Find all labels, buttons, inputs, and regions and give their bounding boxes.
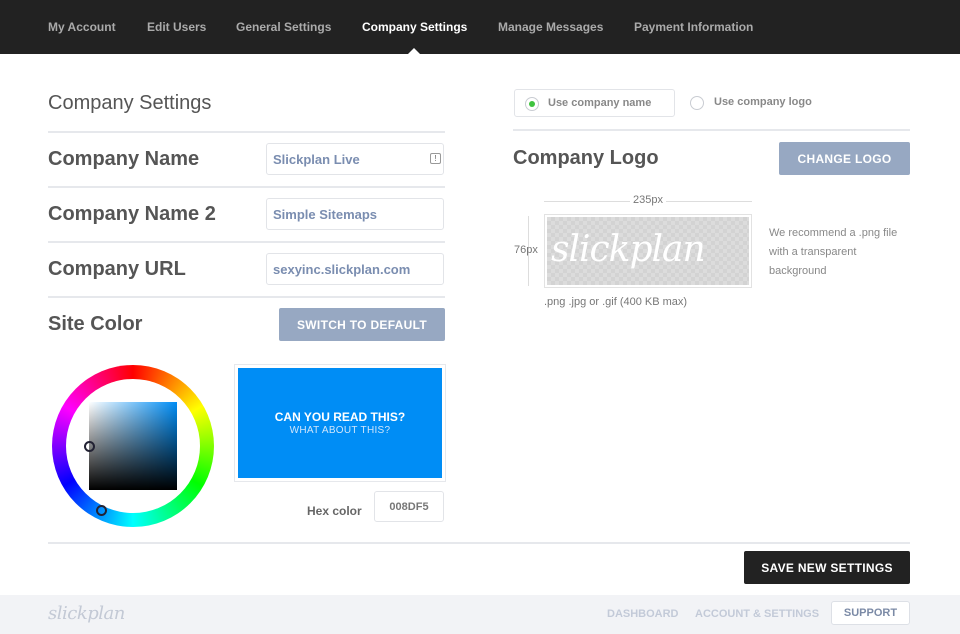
company-name-2-label: Company Name 2 [48, 203, 216, 225]
logo-width-label: 235px [630, 194, 666, 206]
switch-to-default-button[interactable]: SWITCH TO DEFAULT [279, 308, 445, 341]
nav-item-company-settings[interactable]: Company Settings [362, 20, 467, 34]
nav-item-payment-information[interactable]: Payment Information [634, 20, 753, 34]
radio-unselected-icon[interactable] [690, 96, 704, 110]
autofill-icon[interactable]: ! [430, 153, 441, 164]
bottom-divider [48, 542, 910, 544]
divider [513, 129, 910, 131]
use-company-name-label: Use company name [548, 97, 652, 109]
saturation-value-square[interactable] [89, 402, 177, 490]
save-settings-button[interactable]: SAVE NEW SETTINGS [744, 551, 910, 584]
color-preview: CAN YOU READ THIS? WHAT ABOUT THIS? [234, 364, 446, 482]
footer-link-dashboard[interactable]: DASHBOARD [607, 608, 679, 620]
footer-logo[interactable]: slickplan [48, 603, 125, 624]
color-preview-swatch: CAN YOU READ THIS? WHAT ABOUT THIS? [238, 368, 442, 478]
divider [48, 186, 445, 188]
nav-item-edit-users[interactable]: Edit Users [147, 20, 206, 34]
color-picker-handle[interactable] [84, 441, 95, 452]
logo-placeholder: slickplan [547, 217, 749, 285]
divider [48, 241, 445, 243]
logo-formats-note: .png .jpg or .gif (400 KB max) [544, 296, 688, 308]
preview-title: CAN YOU READ THIS? [274, 410, 406, 424]
footer-support-button[interactable]: SUPPORT [831, 601, 910, 625]
hex-color-label: Hex color [307, 504, 362, 518]
company-url-input[interactable] [266, 253, 444, 285]
change-logo-button[interactable]: CHANGE LOGO [779, 142, 910, 175]
section-title: Company Settings [48, 92, 212, 114]
logo-width-dimension: 235px [544, 194, 752, 208]
hue-picker-handle[interactable] [96, 505, 107, 516]
nav-item-manage-messages[interactable]: Manage Messages [498, 20, 603, 34]
logo-height-label: 76px [514, 244, 538, 256]
use-company-logo-option[interactable]: Use company logo [680, 89, 840, 117]
logo-recommendation: We recommend a .png file with a transpar… [769, 227, 898, 277]
preview-subtitle: WHAT ABOUT THIS? [289, 425, 391, 436]
nav-item-general-settings[interactable]: General Settings [236, 20, 331, 34]
logo-placeholder-text: slickplan [551, 229, 706, 270]
use-company-name-option[interactable]: Use company name [514, 89, 675, 117]
company-logo-title: Company Logo [513, 147, 659, 169]
logo-preview: slickplan [544, 214, 752, 288]
top-nav: My Account Edit Users General Settings C… [0, 0, 960, 54]
active-tab-caret [408, 48, 420, 54]
footer: slickplan DASHBOARD ACCOUNT & SETTINGS S… [0, 595, 960, 634]
company-url-label: Company URL [48, 258, 186, 280]
site-color-label: Site Color [48, 313, 143, 335]
nav-item-my-account[interactable]: My Account [48, 20, 116, 34]
divider [48, 131, 445, 133]
divider [48, 296, 445, 298]
radio-selected-icon[interactable] [525, 97, 539, 111]
hex-color-input[interactable] [374, 491, 444, 522]
company-name-2-input[interactable] [266, 198, 444, 230]
use-company-logo-label: Use company logo [714, 96, 812, 108]
company-name-input[interactable] [266, 143, 444, 175]
company-name-label: Company Name [48, 148, 200, 170]
footer-link-account-settings[interactable]: ACCOUNT & SETTINGS [695, 608, 819, 620]
